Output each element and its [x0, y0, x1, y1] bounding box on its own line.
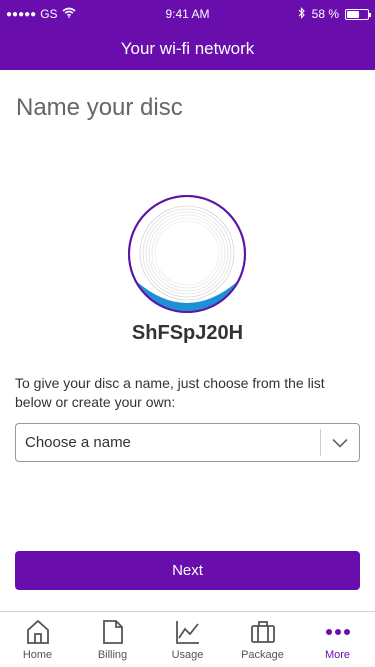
- tab-billing[interactable]: Billing: [75, 612, 150, 667]
- package-icon: [248, 618, 278, 646]
- billing-icon: [98, 618, 128, 646]
- battery-level-fill: [347, 10, 359, 18]
- home-icon: [23, 618, 53, 646]
- tab-usage-label: Usage: [171, 649, 204, 661]
- tab-package[interactable]: Package: [225, 612, 300, 667]
- tab-home-label: Home: [22, 649, 53, 661]
- tab-package-label: Package: [241, 649, 284, 661]
- select-value: Choose a name: [25, 434, 131, 451]
- name-select[interactable]: Choose a name: [15, 423, 360, 462]
- tab-more-label: More: [324, 649, 351, 661]
- status-bar: ●●●●● GS 9:41 AM 58 %: [0, 0, 375, 28]
- device-name: ShFSpJ20H: [131, 322, 244, 344]
- chevron-down-icon[interactable]: [321, 424, 359, 461]
- battery-icon: [345, 8, 371, 20]
- nav-bar: Your wi-fi network: [0, 28, 375, 70]
- disc-illustration: [128, 195, 246, 313]
- next-button[interactable]: Next: [15, 551, 360, 590]
- instructions-text: To give your disc a name, just choose fr…: [15, 375, 325, 410]
- tab-bar: Home Billing Usage Package More: [0, 611, 375, 667]
- nav-title: Your wi-fi network: [120, 39, 255, 58]
- tab-home[interactable]: Home: [0, 612, 75, 667]
- usage-icon: [173, 618, 203, 646]
- status-time: 9:41 AM: [165, 7, 210, 21]
- disc-icon: [128, 195, 246, 313]
- tab-billing-label: Billing: [97, 649, 128, 661]
- tab-more[interactable]: More: [300, 612, 375, 667]
- more-icon: [323, 618, 353, 646]
- tab-usage[interactable]: Usage: [150, 612, 225, 667]
- page-title: Name your disc: [16, 94, 183, 121]
